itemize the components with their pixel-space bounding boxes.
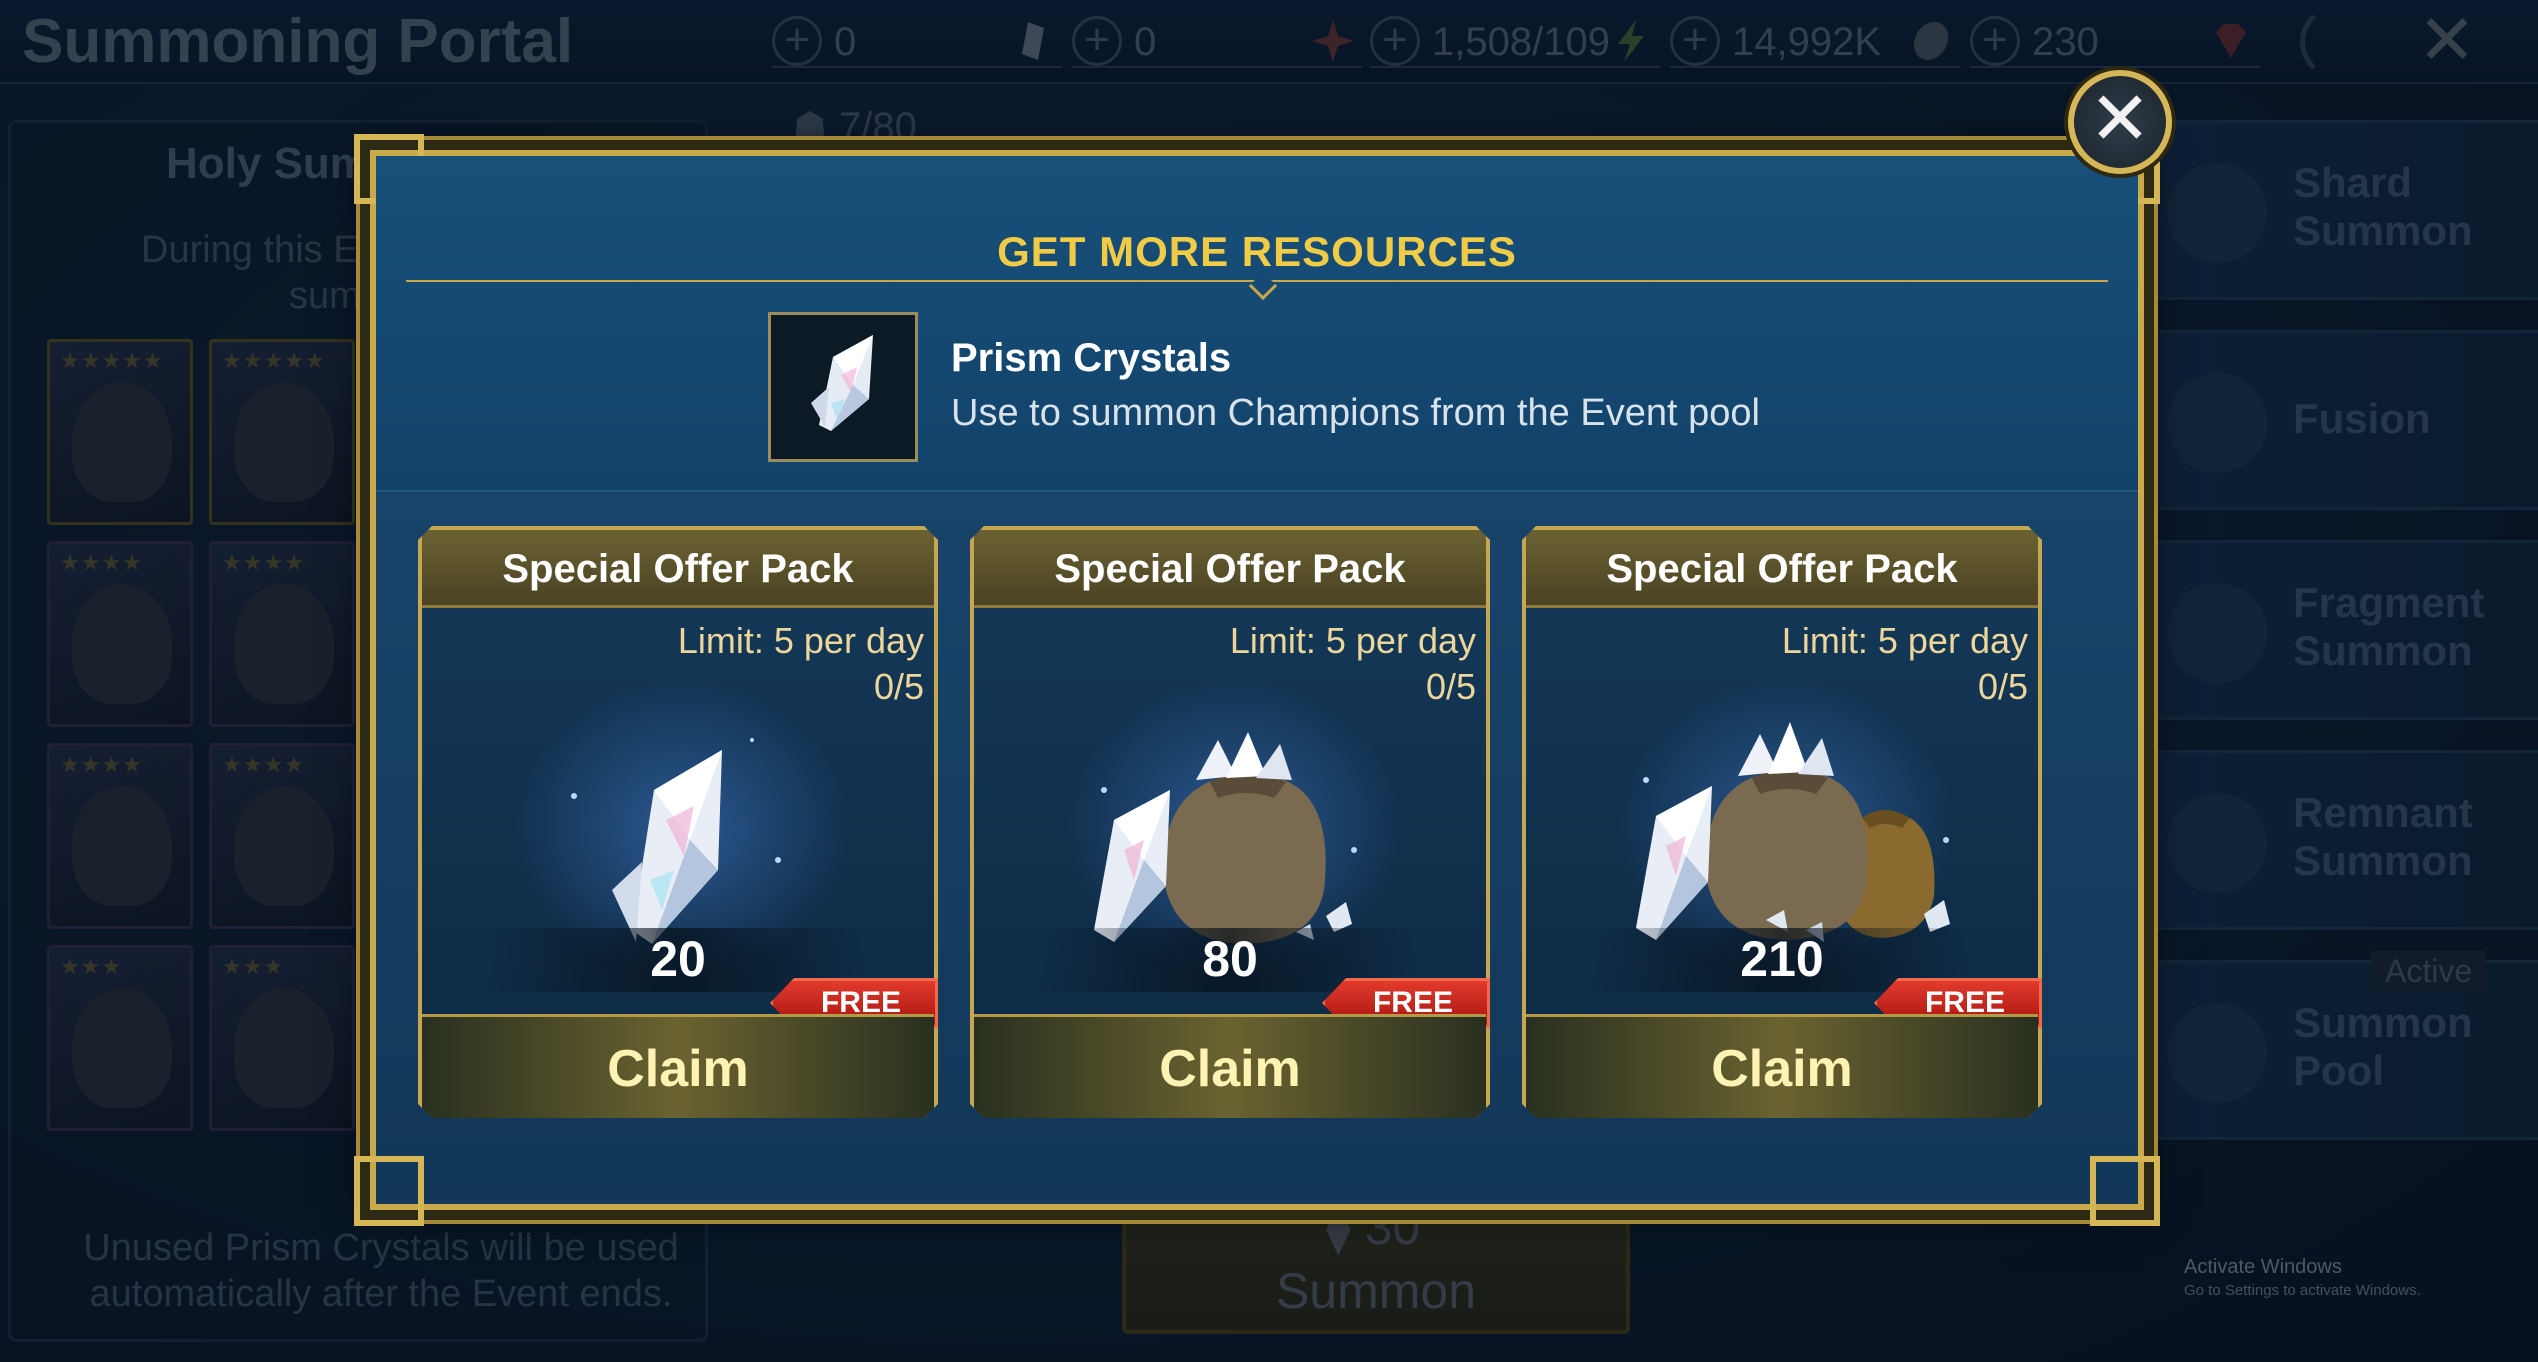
offer-limit: Limit: 5 per day <box>677 620 924 661</box>
crystal-sacks-icon <box>1526 680 2042 970</box>
offer-header: Special Offer Pack <box>1526 530 2038 608</box>
single-crystal-icon <box>422 680 938 970</box>
title-divider-arrow-icon <box>1248 271 1278 301</box>
offer-header: Special Offer Pack <box>422 530 934 608</box>
prism-crystal-icon <box>811 335 873 431</box>
claim-button[interactable]: Claim <box>422 1014 934 1118</box>
offer-card-small: Special Offer Pack Limit: 5 per day 0/5 … <box>418 526 938 1118</box>
offer-card-large: Special Offer Pack Limit: 5 per day 0/5 … <box>1522 526 2042 1118</box>
frame-corner <box>354 1156 424 1226</box>
offer-limit: Limit: 5 per day <box>1781 620 2028 661</box>
dialog-header: GET MORE RESOURCES Prism Crystals Use to… <box>376 156 2138 492</box>
claim-button[interactable]: Claim <box>1526 1014 2038 1118</box>
claim-button[interactable]: Claim <box>974 1014 1486 1118</box>
offer-header: Special Offer Pack <box>974 530 1486 608</box>
close-dialog-button[interactable]: ✕ <box>2068 70 2172 174</box>
offer-card-medium: Special Offer Pack Limit: 5 per day 0/5 … <box>970 526 1490 1118</box>
frame-corner <box>2090 1156 2160 1226</box>
crystal-sack-icon <box>974 680 1490 970</box>
item-name: Prism Crystals <box>951 336 1232 380</box>
offer-limit: Limit: 5 per day <box>1229 620 1476 661</box>
dialog-title: GET MORE RESOURCES <box>997 228 1517 275</box>
get-more-resources-dialog: GET MORE RESOURCES Prism Crystals Use to… <box>354 70 2172 1226</box>
item-icon-frame <box>768 312 918 462</box>
item-description: Use to summon Champions from the Event p… <box>951 392 1760 434</box>
